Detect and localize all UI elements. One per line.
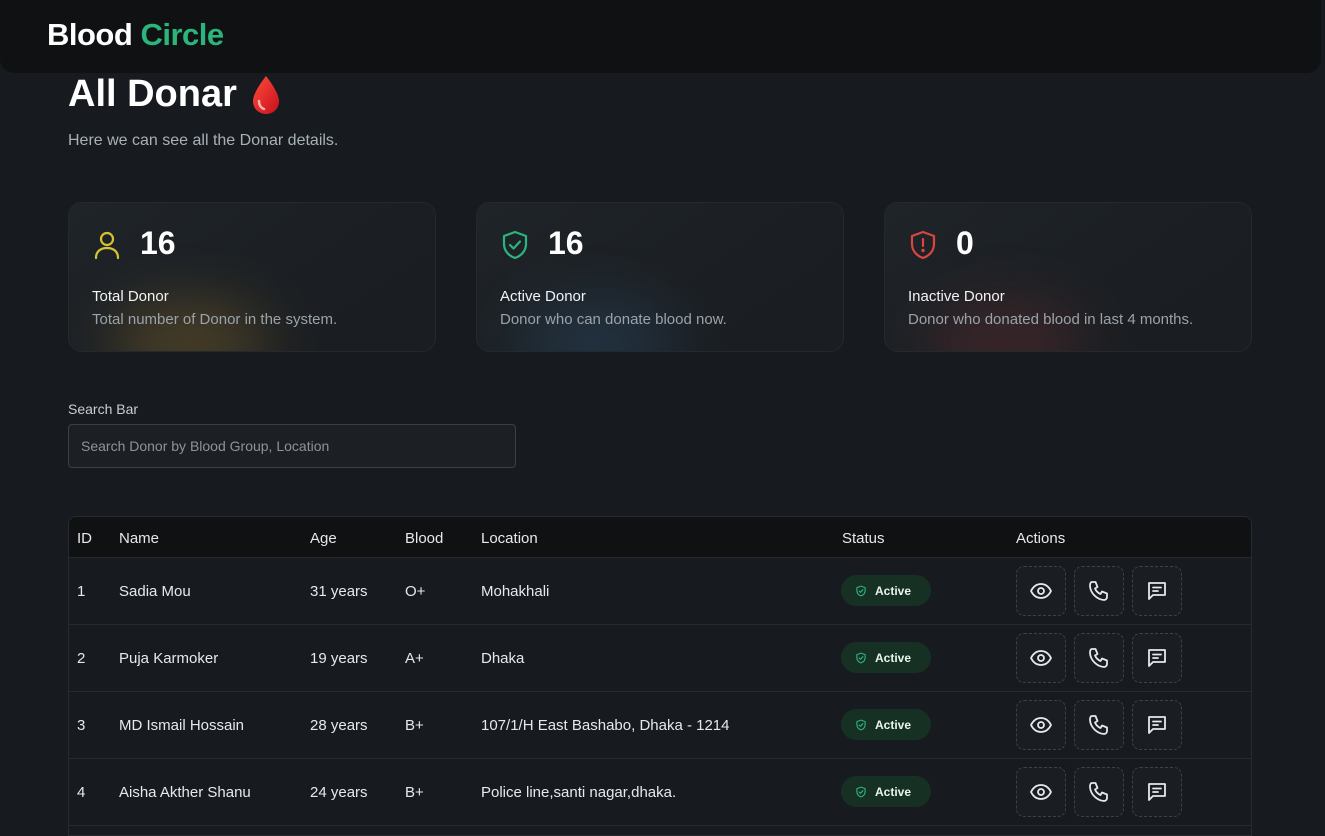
stat-description: Donor who can donate blood now. bbox=[500, 311, 727, 328]
page-subtitle: Here we can see all the Donar details. bbox=[68, 132, 339, 149]
eye-icon bbox=[1030, 650, 1052, 666]
cell-name: Aisha Akther Shanu bbox=[119, 784, 251, 801]
stat-title: Inactive Donor bbox=[908, 288, 1005, 305]
status-badge: Active bbox=[841, 709, 931, 740]
message-button[interactable] bbox=[1132, 767, 1182, 817]
stat-card-active: 16 Active Donor Donor who can donate blo… bbox=[476, 202, 844, 352]
brand-name-part2: Circle bbox=[140, 17, 224, 52]
brand-name-part1: Blood bbox=[47, 17, 133, 52]
status-badge: Active bbox=[841, 776, 931, 807]
navbar: Blood Circle bbox=[0, 0, 1321, 73]
page-title: All Donar bbox=[68, 73, 283, 116]
cell-age: 24 years bbox=[310, 784, 368, 801]
shield-check-icon bbox=[856, 719, 866, 730]
stat-description: Donor who donated blood in last 4 months… bbox=[908, 311, 1194, 328]
cell-age: 31 years bbox=[310, 583, 368, 600]
stat-count: 16 bbox=[548, 225, 584, 261]
stat-description: Total number of Donor in the system. bbox=[92, 311, 338, 328]
stat-count: 16 bbox=[140, 225, 176, 261]
table-row: 2 Puja Karmoker 19 years A+ Dhaka Active bbox=[69, 625, 1251, 692]
table-row: 4 Aisha Akther Shanu 24 years B+ Police … bbox=[69, 759, 1251, 826]
eye-icon bbox=[1030, 717, 1052, 733]
call-button[interactable] bbox=[1074, 767, 1124, 817]
message-icon bbox=[1148, 582, 1166, 600]
cell-name: MD Ismail Hossain bbox=[119, 717, 245, 734]
brand-logo[interactable]: Blood Circle bbox=[47, 17, 224, 53]
cell-location: Mohakhali bbox=[481, 583, 550, 600]
call-button[interactable] bbox=[1074, 566, 1124, 616]
status-badge: Active bbox=[841, 575, 931, 606]
table-row: 1 Sadia Mou 31 years O+ Mohakhali Active bbox=[69, 558, 1251, 625]
stat-title: Active Donor bbox=[500, 288, 586, 305]
cell-age: 19 years bbox=[310, 650, 368, 667]
view-button[interactable] bbox=[1016, 633, 1066, 683]
shield-check-icon bbox=[856, 652, 866, 663]
status-text: Active bbox=[875, 650, 912, 665]
cell-id: 4 bbox=[77, 784, 86, 801]
eye-icon bbox=[1030, 784, 1052, 800]
phone-icon bbox=[1089, 782, 1108, 802]
eye-icon bbox=[1030, 583, 1052, 599]
cell-location: 107/1/H East Bashabo, Dhaka - 1214 bbox=[481, 717, 730, 734]
view-button[interactable] bbox=[1016, 566, 1066, 616]
cell-age: 28 years bbox=[310, 717, 368, 734]
status-text: Active bbox=[875, 784, 912, 799]
view-button[interactable] bbox=[1016, 767, 1066, 817]
column-header-name: Name bbox=[119, 530, 160, 547]
cell-location: Police line,santi nagar,dhaka. bbox=[481, 784, 677, 801]
shield-check-icon bbox=[856, 786, 866, 797]
column-header-location: Location bbox=[481, 530, 538, 547]
column-header-age: Age bbox=[310, 530, 337, 547]
cell-location: Dhaka bbox=[481, 650, 525, 667]
page-title-text: All Donar bbox=[68, 73, 237, 115]
column-header-id: ID bbox=[77, 530, 92, 547]
cell-blood: A+ bbox=[405, 650, 424, 667]
stat-count: 0 bbox=[956, 225, 974, 261]
column-header-status: Status bbox=[842, 530, 885, 547]
stat-card-inactive: 0 Inactive Donor Donor who donated blood… bbox=[884, 202, 1252, 352]
phone-icon bbox=[1089, 581, 1108, 601]
phone-icon bbox=[1089, 715, 1108, 735]
search-input[interactable] bbox=[68, 424, 516, 468]
status-text: Active bbox=[875, 583, 912, 598]
message-icon bbox=[1148, 649, 1166, 667]
message-button[interactable] bbox=[1132, 700, 1182, 750]
search-label: Search Bar bbox=[68, 401, 139, 417]
call-button[interactable] bbox=[1074, 700, 1124, 750]
cell-name: Puja Karmoker bbox=[119, 650, 219, 667]
message-button[interactable] bbox=[1132, 566, 1182, 616]
message-icon bbox=[1148, 716, 1166, 734]
cell-blood: B+ bbox=[405, 784, 424, 801]
column-header-actions: Actions bbox=[1016, 530, 1066, 547]
user-icon bbox=[94, 231, 120, 260]
cell-blood: O+ bbox=[405, 583, 426, 600]
cell-blood: B+ bbox=[405, 717, 424, 734]
status-text: Active bbox=[875, 717, 912, 732]
table-header: ID Name Age Blood Location Status Action… bbox=[69, 517, 1251, 558]
cell-id: 2 bbox=[77, 650, 86, 667]
blood-drop-icon bbox=[252, 75, 279, 114]
table-row: 3 MD Ismail Hossain 28 years B+ 107/1/H … bbox=[69, 692, 1251, 759]
stat-title: Total Donor bbox=[92, 288, 169, 305]
donor-table: ID Name Age Blood Location Status Action… bbox=[68, 516, 1252, 836]
shield-check-icon bbox=[502, 230, 528, 260]
shield-alert-icon bbox=[910, 230, 936, 260]
status-badge: Active bbox=[841, 642, 931, 673]
message-icon bbox=[1148, 783, 1166, 801]
shield-check-icon bbox=[856, 585, 866, 596]
stat-card-total: 16 Total Donor Total number of Donor in … bbox=[68, 202, 436, 352]
cell-name: Sadia Mou bbox=[119, 583, 191, 600]
cell-id: 1 bbox=[77, 583, 86, 600]
message-button[interactable] bbox=[1132, 633, 1182, 683]
phone-icon bbox=[1089, 648, 1108, 668]
view-button[interactable] bbox=[1016, 700, 1066, 750]
column-header-blood: Blood bbox=[405, 530, 444, 547]
cell-id: 3 bbox=[77, 717, 86, 734]
call-button[interactable] bbox=[1074, 633, 1124, 683]
